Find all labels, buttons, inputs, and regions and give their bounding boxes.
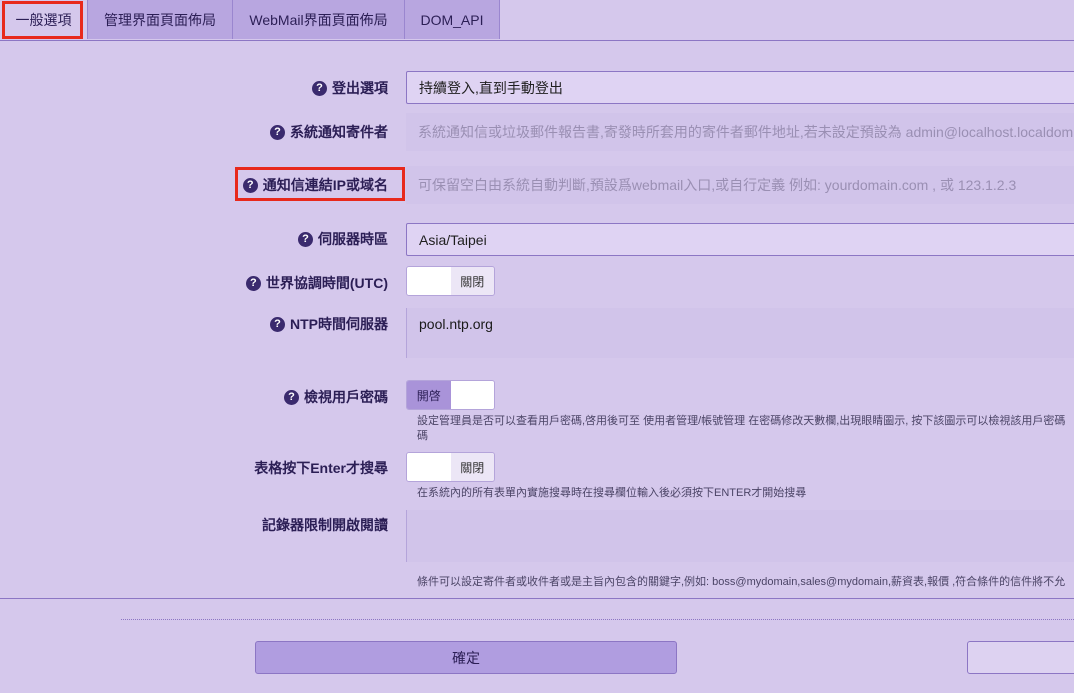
- toggle-knob: [407, 267, 451, 295]
- logout-select[interactable]: 持續登入,直到手動登出: [406, 71, 1074, 104]
- enter-search-toggle[interactable]: 關閉: [406, 452, 495, 482]
- notify-link-label: ? 通知信連結IP或域名: [242, 175, 388, 195]
- enter-search-hint: 在系統內的所有表單內實施搜尋時在搜尋欄位輸入後必須按下ENTER才開始搜尋: [417, 487, 807, 499]
- toggle-state: 關閉: [450, 267, 494, 295]
- ntp-label-text: NTP時間伺服器: [290, 316, 388, 332]
- toggle-state: 關閉: [450, 453, 494, 481]
- recorder-hint: 條件可以設定寄件者或收件者或是主旨內包含的關鍵字,例如: boss@mydoma…: [417, 576, 1066, 588]
- enter-search-label-text: 表格按下Enter才搜尋: [254, 460, 388, 476]
- recorder-textarea[interactable]: [406, 510, 1074, 562]
- help-icon[interactable]: ?: [270, 124, 285, 140]
- toggle-knob: [450, 381, 494, 409]
- notify-link-label-text: 通知信連結IP或域名: [262, 177, 388, 193]
- notify-sender-label: ? 系統通知寄件者: [270, 122, 388, 142]
- timezone-label-text: 伺服器時區: [318, 231, 388, 247]
- toggle-state: 開啓: [407, 381, 451, 409]
- logout-label: ? 登出選項: [312, 78, 388, 98]
- view-password-hint-wrap: 碼: [417, 430, 428, 442]
- logout-label-text: 登出選項: [332, 80, 388, 96]
- secondary-button[interactable]: [967, 641, 1074, 674]
- toggle-knob: [407, 453, 451, 481]
- ntp-label: ? NTP時間伺服器: [270, 314, 388, 334]
- tab-dom-api[interactable]: DOM_API: [405, 0, 500, 39]
- enter-search-label: 表格按下Enter才搜尋: [254, 458, 388, 478]
- tab-general[interactable]: 一般選項: [0, 0, 88, 39]
- notify-sender-input[interactable]: 系統通知信或垃圾郵件報告書,寄發時所套用的寄件者郵件地址,若未設定預設為 adm…: [406, 113, 1074, 151]
- help-icon[interactable]: ?: [242, 177, 258, 193]
- recorder-label-text: 記錄器限制開啟閱讀: [262, 517, 388, 533]
- notify-sender-label-text: 系統通知寄件者: [290, 124, 388, 140]
- tab-webmail-layout[interactable]: WebMail界面頁面佈局: [233, 0, 405, 39]
- tab-bar: 一般選項 管理界面頁面佈局 WebMail界面頁面佈局 DOM_API: [0, 0, 1074, 41]
- timezone-label: ? 伺服器時區: [298, 229, 388, 249]
- view-password-label-text: 檢視用戶密碼: [304, 389, 388, 405]
- timezone-select[interactable]: Asia/Taipei: [406, 223, 1074, 256]
- ntp-input[interactable]: pool.ntp.org: [406, 308, 1074, 358]
- utc-toggle[interactable]: 關閉: [406, 266, 495, 296]
- help-icon[interactable]: ?: [298, 231, 313, 247]
- help-icon[interactable]: ?: [245, 275, 261, 291]
- view-password-hint: 設定管理員是否可以查看用戶密碼,啓用後可至 使用者管理/帳號管理 在密碼修改天數…: [417, 415, 1066, 427]
- confirm-button[interactable]: 確定: [255, 641, 677, 674]
- view-password-toggle[interactable]: 開啓: [406, 380, 495, 410]
- tab-admin-layout[interactable]: 管理界面頁面佈局: [88, 0, 233, 39]
- utc-label-text: 世界協調時間(UTC): [265, 275, 388, 291]
- dotted-divider: [121, 619, 1074, 620]
- utc-label: ? 世界協調時間(UTC): [245, 273, 388, 293]
- view-password-label: ? 檢視用戶密碼: [284, 387, 388, 407]
- help-icon[interactable]: ?: [284, 389, 299, 405]
- recorder-label: 記錄器限制開啟閱讀: [262, 515, 388, 535]
- help-icon[interactable]: ?: [312, 80, 327, 96]
- notify-link-input[interactable]: 可保留空白由系統自動判斷,預設爲webmail入口,或自行定義 例如: your…: [406, 166, 1074, 204]
- divider: [0, 598, 1074, 599]
- help-icon[interactable]: ?: [270, 316, 285, 332]
